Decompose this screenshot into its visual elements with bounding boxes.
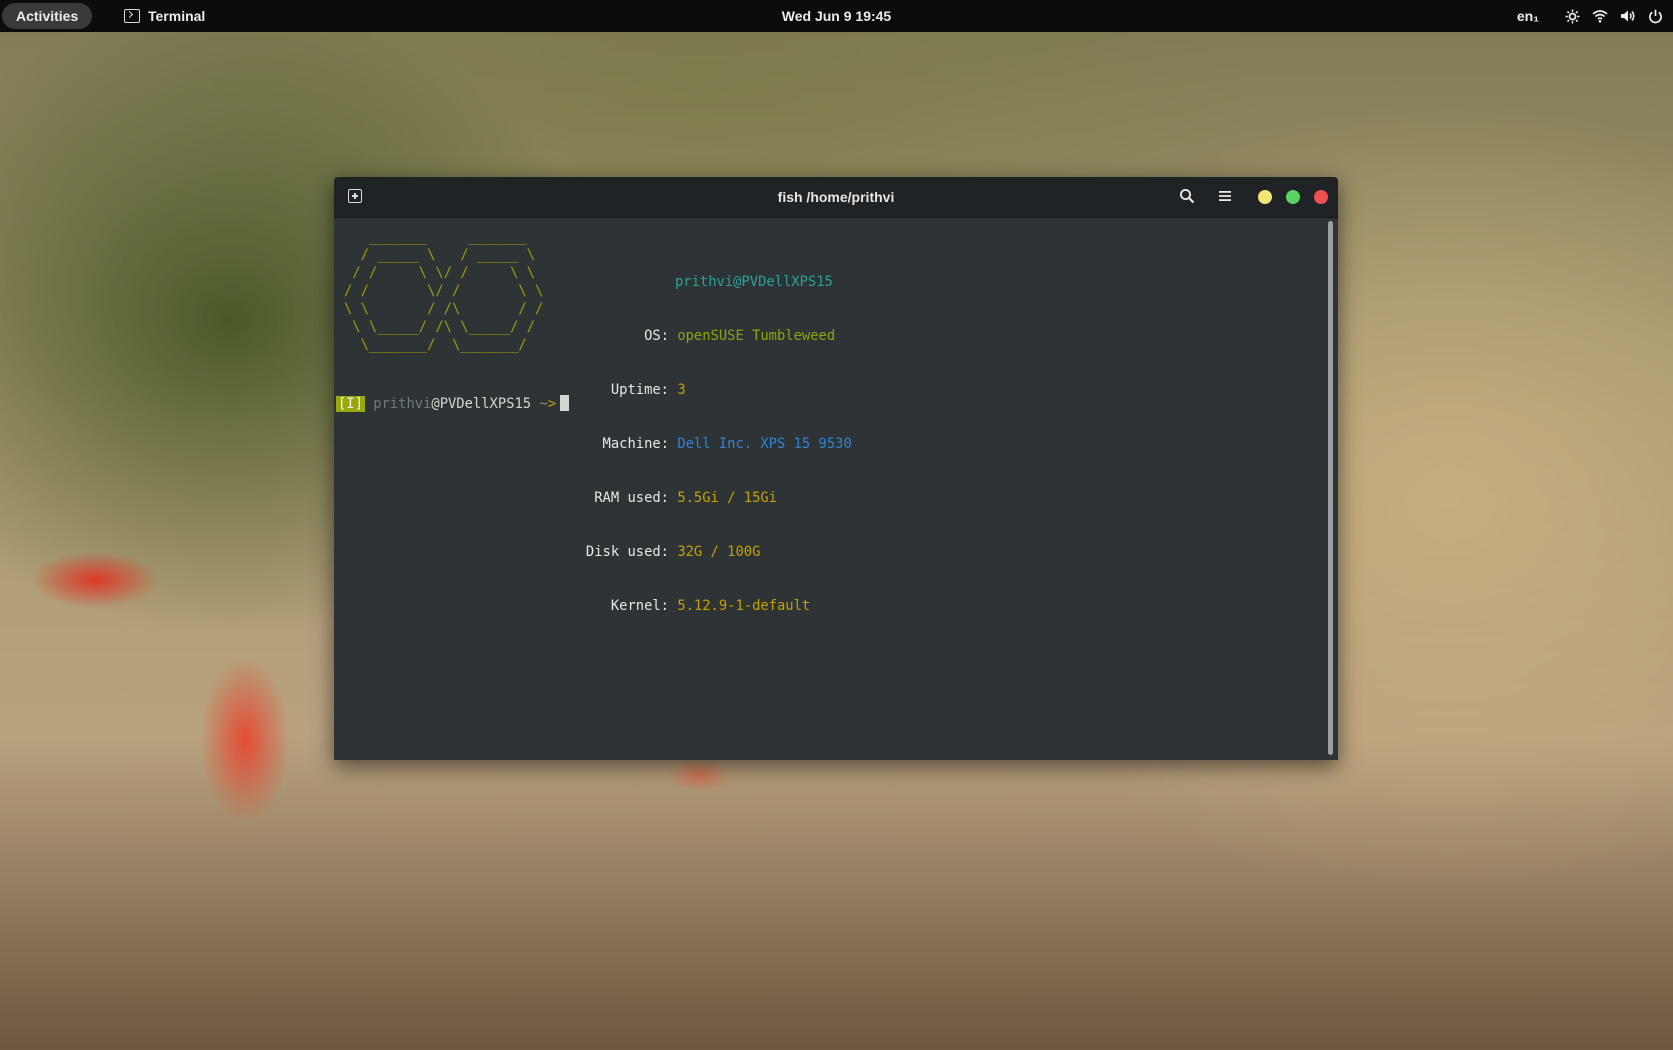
info-row-ram: RAM used: 5.5Gi / 15Gi <box>559 489 852 507</box>
opensuse-ascii-logo: _______ _______ / _____ \ / _____ \ / / … <box>344 229 544 353</box>
prompt-cwd: ~ <box>539 396 548 412</box>
info-row-machine: Machine: Dell Inc. XPS 15 9530 <box>559 435 852 453</box>
prompt-arrow: > <box>547 396 557 412</box>
minimize-button[interactable] <box>1258 190 1272 204</box>
info-row-uptime: Uptime: 3 <box>559 381 852 399</box>
info-value: openSUSE Tumbleweed <box>677 328 836 344</box>
power-icon[interactable] <box>1648 9 1663 24</box>
shell-prompt[interactable]: [I] prithvi@PVDellXPS15 ~> <box>336 395 570 413</box>
user-host: prithvi@PVDellXPS15 <box>675 274 833 290</box>
info-value: 32G / 100G <box>677 544 761 560</box>
window-headerbar[interactable]: fish /home/prithvi <box>334 177 1338 218</box>
vi-mode-indicator: [I] <box>336 396 365 412</box>
scrollbar[interactable] <box>1328 221 1333 755</box>
text-cursor <box>560 395 570 411</box>
info-label: RAM used: <box>594 490 669 506</box>
language-indicator[interactable]: en₁ <box>1517 8 1539 24</box>
info-row-kernel: Kernel: 5.12.9-1-default <box>559 597 852 615</box>
info-value: Dell Inc. XPS 15 9530 <box>677 436 852 452</box>
search-icon[interactable] <box>1179 188 1195 209</box>
top-bar: Activities Terminal Wed Jun 9 19:45 en₁ <box>0 0 1673 32</box>
prompt-host: @PVDellXPS15 <box>431 396 532 412</box>
system-tray[interactable]: en₁ <box>1517 0 1663 32</box>
info-label: Disk used: <box>585 544 669 560</box>
info-label: Kernel: <box>610 598 669 614</box>
wifi-icon[interactable] <box>1592 9 1608 23</box>
info-label: OS: <box>644 328 669 344</box>
info-value: 5.12.9-1-default <box>677 598 811 614</box>
system-info: prithvi@PVDellXPS15 OS: openSUSE Tumblew… <box>559 237 852 651</box>
brightness-icon[interactable] <box>1565 8 1580 24</box>
clock[interactable]: Wed Jun 9 19:45 <box>0 0 1673 32</box>
prompt-user: prithvi <box>373 396 432 412</box>
info-label: Uptime: <box>610 382 669 398</box>
close-button[interactable] <box>1314 190 1328 204</box>
volume-icon[interactable] <box>1620 9 1636 23</box>
info-value: 3 <box>677 382 686 398</box>
maximize-button[interactable] <box>1286 190 1300 204</box>
terminal-content[interactable]: _______ _______ / _____ \ / _____ \ / / … <box>334 218 1324 760</box>
info-row-disk: Disk used: 32G / 100G <box>559 543 852 561</box>
terminal-window[interactable]: fish /home/prithvi _______ _______ / ___… <box>334 177 1338 760</box>
info-value: 5.5Gi / 15Gi <box>677 490 777 506</box>
menu-icon[interactable] <box>1218 189 1232 208</box>
info-row-os: OS: openSUSE Tumbleweed <box>559 327 852 345</box>
info-label: Machine: <box>602 436 669 452</box>
